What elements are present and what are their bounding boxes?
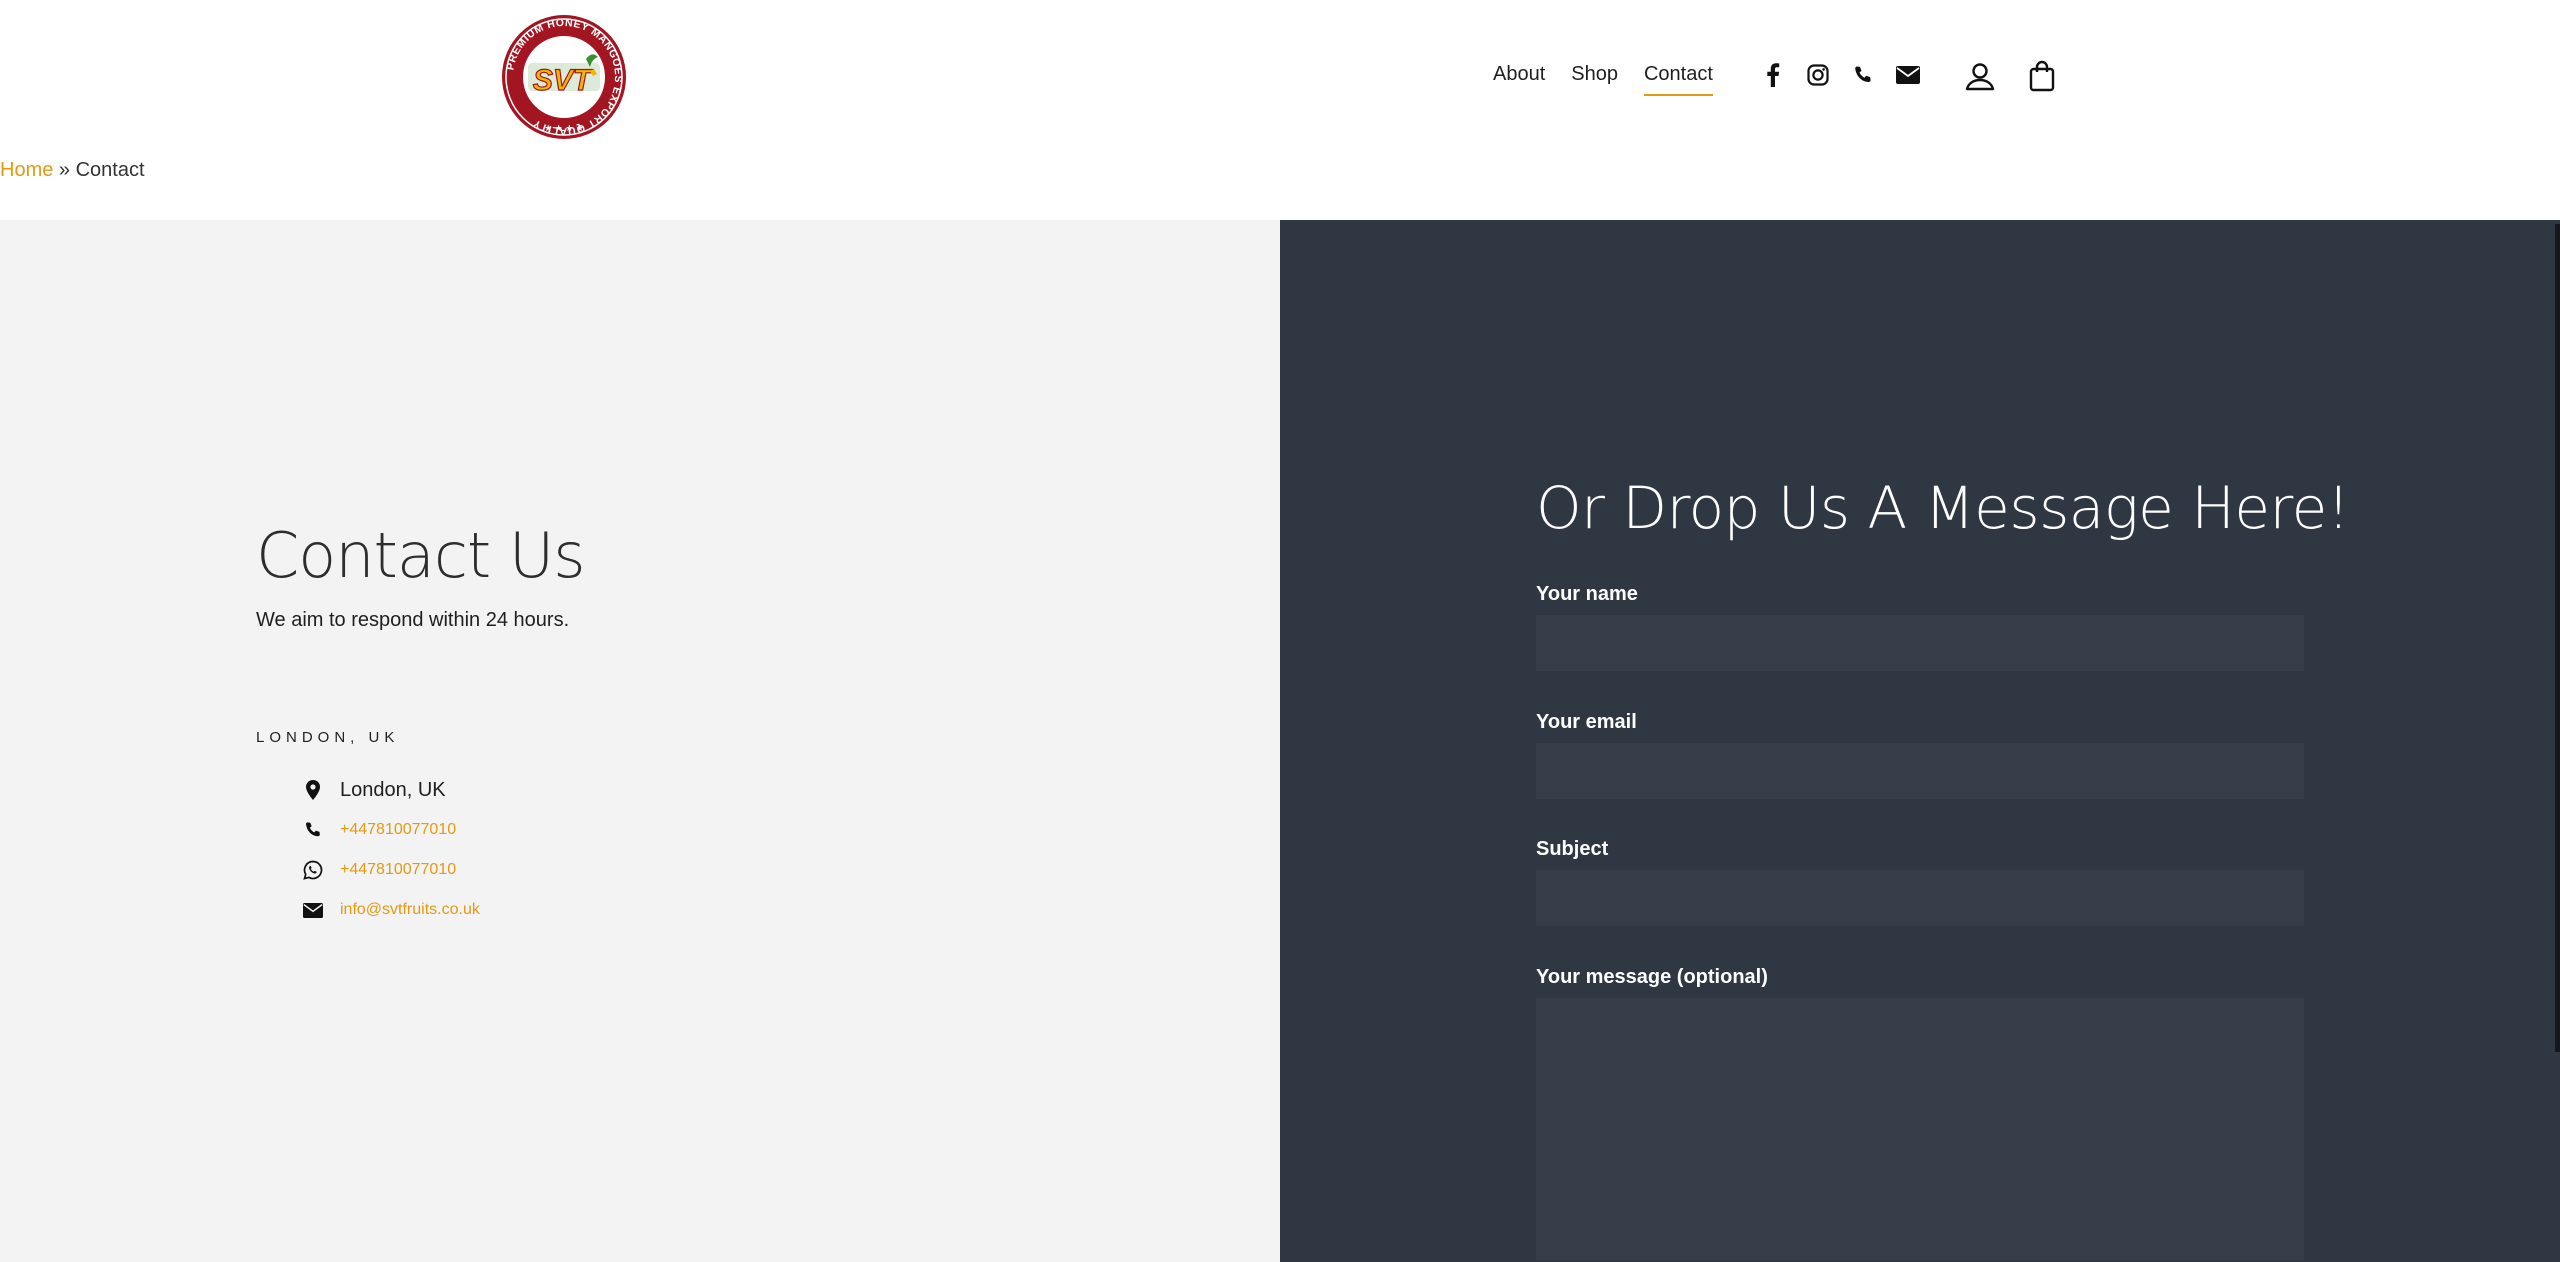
subject-label: Subject bbox=[1536, 838, 1609, 860]
message-label: Your message (optional) bbox=[1536, 966, 1768, 988]
form-title: Or Drop Us A Message Here! bbox=[1536, 474, 2350, 542]
contact-details-list: London, UK +447810077010 +447810077010 i… bbox=[302, 770, 480, 930]
breadcrumb: Home » Contact bbox=[0, 157, 145, 183]
breadcrumb-home-link[interactable]: Home bbox=[0, 159, 53, 181]
subject-field[interactable] bbox=[1536, 870, 2304, 926]
whatsapp-link[interactable]: +447810077010 bbox=[340, 861, 456, 879]
utility-links bbox=[1960, 56, 2084, 96]
map-pin-icon bbox=[302, 780, 324, 800]
nav-contact[interactable]: Contact bbox=[1643, 60, 1713, 96]
phone-icon[interactable] bbox=[1846, 58, 1880, 92]
location-heading: LONDON, UK bbox=[256, 729, 400, 746]
nav-about[interactable]: About bbox=[1493, 60, 1545, 96]
envelope-icon[interactable] bbox=[1891, 58, 1925, 92]
name-field[interactable] bbox=[1536, 615, 2304, 671]
svg-text:★ ★ ★ ★: ★ ★ ★ ★ bbox=[544, 123, 584, 133]
email-link[interactable]: info@svtfruits.co.uk bbox=[340, 901, 480, 919]
logo-brand-text: SVT bbox=[533, 64, 594, 97]
site-header: PREMIUM HONEY MANGOES EXPORT QUALITY ★ ★… bbox=[0, 0, 2560, 220]
site-logo[interactable]: PREMIUM HONEY MANGOES EXPORT QUALITY ★ ★… bbox=[500, 13, 628, 141]
breadcrumb-separator: » bbox=[58, 159, 71, 181]
user-account-icon[interactable] bbox=[1960, 56, 2000, 96]
shopping-bag-icon[interactable] bbox=[2022, 56, 2062, 96]
contact-info-panel bbox=[0, 220, 1280, 1262]
list-item: +447810077010 bbox=[302, 810, 480, 850]
envelope-icon bbox=[302, 902, 324, 918]
list-item: +447810077010 bbox=[302, 850, 480, 890]
list-item: London, UK bbox=[302, 770, 480, 810]
nav-shop[interactable]: Shop bbox=[1571, 60, 1618, 96]
message-field[interactable] bbox=[1536, 998, 2304, 1260]
email-field[interactable] bbox=[1536, 743, 2304, 799]
name-label: Your name bbox=[1536, 583, 1638, 605]
address-text: London, UK bbox=[340, 778, 446, 801]
social-links bbox=[1756, 58, 1936, 92]
email-label: Your email bbox=[1536, 711, 1637, 733]
list-item: info@svtfruits.co.uk bbox=[302, 890, 480, 930]
contact-title: Contact Us bbox=[256, 519, 586, 592]
logo-emblem: PREMIUM HONEY MANGOES EXPORT QUALITY ★ ★… bbox=[502, 15, 626, 139]
main-nav: About Shop Contact bbox=[1493, 60, 1739, 96]
scrollbar[interactable] bbox=[2555, 224, 2560, 1052]
whatsapp-icon bbox=[302, 860, 324, 880]
phone-icon bbox=[302, 821, 324, 839]
instagram-icon[interactable] bbox=[1801, 58, 1835, 92]
phone-link[interactable]: +447810077010 bbox=[340, 821, 456, 839]
facebook-icon[interactable] bbox=[1756, 58, 1790, 92]
contact-subtitle: We aim to respond within 24 hours. bbox=[256, 609, 570, 631]
breadcrumb-current: Contact bbox=[75, 159, 145, 181]
